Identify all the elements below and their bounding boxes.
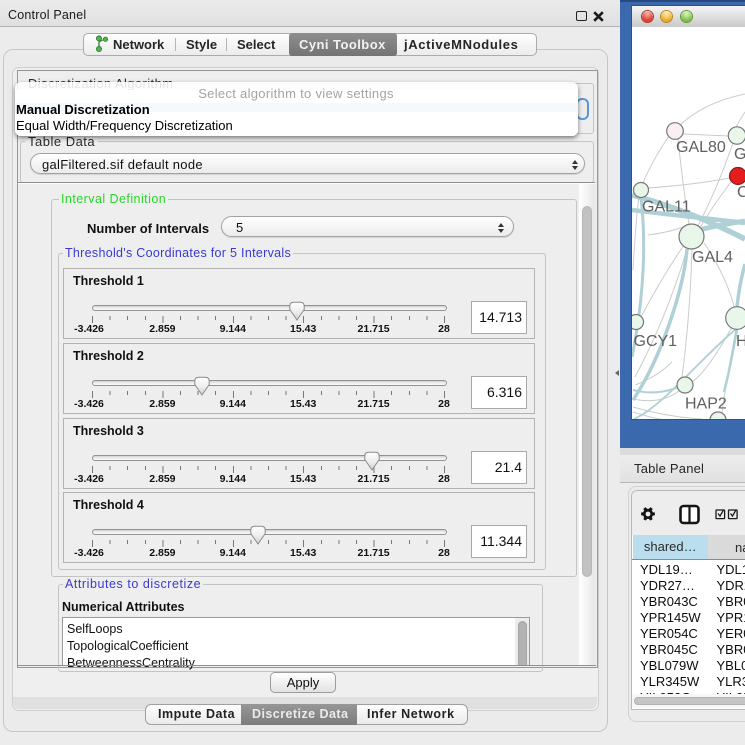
svg-text:C: C — [737, 184, 745, 201]
svg-text:HAP2: HAP2 — [685, 396, 727, 413]
svg-text:H: H — [736, 333, 745, 350]
svg-text:GA: GA — [734, 146, 745, 163]
svg-text:GCY1: GCY1 — [634, 333, 678, 350]
svg-text:GAL80: GAL80 — [676, 139, 726, 156]
svg-text:GAL4: GAL4 — [692, 249, 733, 266]
svg-text:GAL11: GAL11 — [642, 199, 691, 216]
